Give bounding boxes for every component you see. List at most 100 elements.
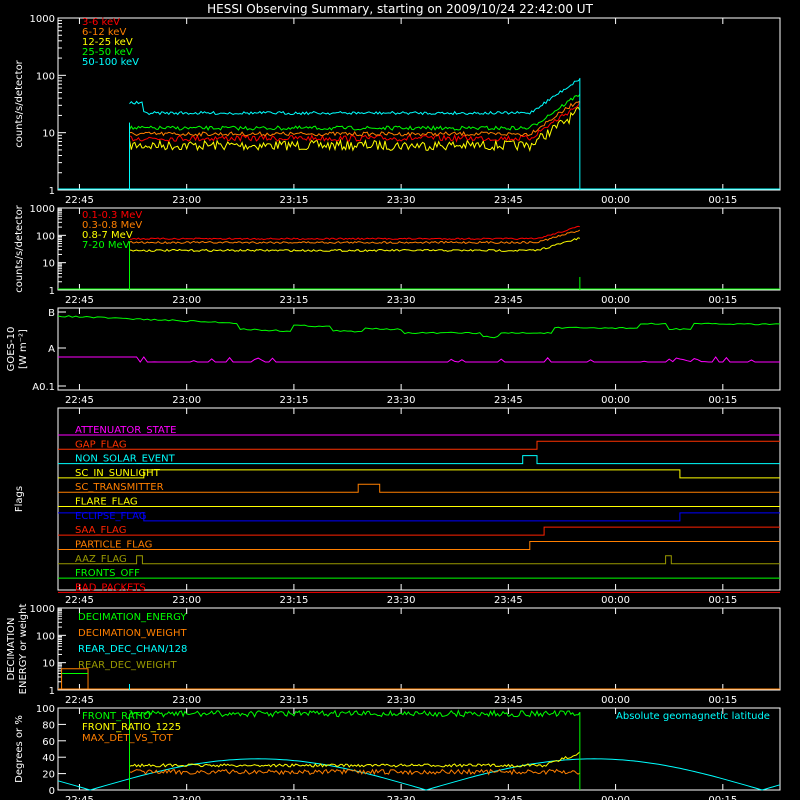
ratios-ylabel: Degrees or % (14, 715, 25, 783)
ratios-xtick-label: 23:30 (387, 795, 416, 800)
goes-xtick-label: 23:00 (172, 395, 201, 406)
flag-line-1 (58, 440, 780, 450)
flag-label-10: FRONTS_OFF (75, 568, 140, 579)
decimation-legend-0: DECIMATION_ENERGY (78, 612, 187, 623)
decimation-xtick-label: 23:15 (279, 695, 308, 706)
decimation-ylabel: DECIMATION (6, 617, 17, 680)
ratios-xtick-label: 00:15 (708, 795, 737, 800)
ratios-legend-3: Absolute geomagnetic latitude (616, 711, 770, 722)
goes-ytick-label: A (48, 344, 55, 355)
hxr-legend-4: 50-100 keV (82, 57, 139, 68)
gamma-xtick-label: 23:45 (494, 295, 523, 306)
flag-line-8 (58, 540, 780, 550)
ratios-ytick-label: 60 (42, 737, 55, 748)
flag-label-11: BAD_PACKETS (75, 582, 146, 593)
ratios-legend-2: MAX_DET_VS_TOT (82, 733, 174, 744)
ratios-series-3 (57, 758, 781, 791)
gamma-ytick-label: 10 (42, 259, 55, 270)
decimation-ytick-label: 10 (42, 659, 55, 670)
hxr-ytick-label: 100 (36, 71, 55, 82)
flag-line-3 (58, 469, 780, 479)
hxr-xtick-label: 22:45 (65, 195, 94, 206)
hxr-frame (57, 17, 781, 191)
gamma-series-2 (129, 237, 580, 253)
gamma-xtick-label: 23:15 (279, 295, 308, 306)
goes-xtick-label: 23:15 (279, 395, 308, 406)
flag-label-5: FLARE_FLAG (75, 497, 138, 508)
flag-label-6: ECLIPSE_FLAG (75, 511, 146, 522)
ratios-xtick-label: 23:15 (279, 795, 308, 800)
gamma-ytick-label: 1 (49, 286, 55, 297)
ratios-series-1 (129, 751, 581, 768)
flags-xtick-label: 00:15 (708, 595, 737, 606)
ratios-ytick-label: 100 (36, 704, 55, 715)
decimation-ytick-label: 100 (36, 631, 55, 642)
ratios-legend-1: FRONT_RATIO_1225 (82, 722, 181, 733)
decimation-xtick-label: 23:00 (172, 695, 201, 706)
flag-label-7: SAA_FLAG (75, 525, 126, 536)
hxr-xtick-label: 23:00 (172, 195, 201, 206)
decimation-ytick-label: 1 (49, 686, 55, 697)
decimation-legend-3: REAR_DEC_WEIGHT (78, 660, 177, 671)
goes-series-0 (57, 315, 781, 339)
flag-label-9: AAZ_FLAG (75, 554, 127, 565)
hessi-summary-figure: HESSI Observing Summary, starting on 200… (6, 2, 781, 800)
decimation-xtick-label: 00:00 (601, 695, 630, 706)
gamma-xtick-label: 00:15 (708, 295, 737, 306)
flag-label-4: SC_TRANSMITTER (75, 482, 164, 493)
gamma-xtick-label: 00:00 (601, 295, 630, 306)
hxr-ylabel: counts/s/detector (14, 59, 25, 147)
goes-xtick-label: 00:15 (708, 395, 737, 406)
goes-xtick-label: 23:45 (494, 395, 523, 406)
flag-line-6 (58, 512, 780, 522)
flags-xtick-label: 23:15 (279, 595, 308, 606)
ratios-ytick-label: 0 (49, 786, 55, 797)
goes-ylabel2: [W m⁻²] (18, 329, 29, 369)
gamma-series-0 (129, 225, 580, 241)
decimation-xtick-label: 23:45 (494, 695, 523, 706)
ratios-xtick-label: 23:00 (172, 795, 201, 800)
ratios-xtick-label: 00:00 (601, 795, 630, 800)
hxr-ytick-label: 1000 (30, 14, 55, 25)
flags-xtick-label: 23:45 (494, 595, 523, 606)
gamma-ytick-label: 1000 (30, 204, 55, 215)
ratios-legend-0: FRONT_RATIO (82, 711, 151, 722)
flag-line-7 (58, 526, 780, 536)
flags-xtick-label: 00:00 (601, 595, 630, 606)
flags-ylabel: Flags (14, 486, 25, 512)
goes-ylabel: GOES-10 (6, 327, 17, 372)
hxr-series-1 (129, 100, 581, 137)
flag-label-2: NON_SOLAR_EVENT (75, 454, 176, 465)
hxr-xtick-label: 23:30 (387, 195, 416, 206)
hxr-series-4 (129, 78, 581, 116)
ratios-series-0 (129, 709, 581, 718)
flags-xtick-label: 23:30 (387, 595, 416, 606)
ratios-ytick-label: 80 (42, 720, 55, 731)
decimation-ytick-label: 1000 (30, 604, 55, 615)
decimation-legend-2: REAR_DEC_CHAN/128 (78, 644, 187, 655)
gamma-ylabel: counts/s/detector (14, 204, 25, 292)
ratios-xtick-label: 23:45 (494, 795, 523, 800)
hxr-ytick-label: 1 (49, 186, 55, 197)
decimation-legend-1: DECIMATION_WEIGHT (78, 628, 187, 639)
decimation-series-1-step (61, 668, 89, 689)
flag-line-4 (58, 483, 780, 493)
gamma-series-1 (129, 229, 581, 245)
flag-label-1: GAP_FLAG (75, 439, 127, 450)
gamma-xtick-label: 23:30 (387, 295, 416, 306)
decimation-xtick-label: 22:45 (65, 695, 94, 706)
ratios-xtick-label: 22:45 (65, 795, 94, 800)
goes-xtick-label: 00:00 (601, 395, 630, 406)
flags-xtick-label: 23:00 (172, 595, 201, 606)
gamma-ytick-label: 100 (36, 231, 55, 242)
hxr-ytick-label: 10 (42, 129, 55, 140)
hxr-xtick-label: 00:15 (708, 195, 737, 206)
gamma-legend-3: 7-20 MeV (82, 240, 130, 251)
flag-label-8: PARTICLE_FLAG (75, 539, 152, 550)
decimation-xtick-label: 23:30 (387, 695, 416, 706)
panels-group: 22:45 23:00 23:15 23:30 23:45 00:00 00:1511010… (6, 14, 781, 800)
flag-label-0: ATTENUATOR_STATE (75, 425, 176, 436)
decimation-ylabel2: ENERGY or weight (18, 604, 29, 695)
ratios-ytick-label: 40 (42, 753, 55, 764)
ratios-ytick-label: 20 (42, 770, 55, 781)
